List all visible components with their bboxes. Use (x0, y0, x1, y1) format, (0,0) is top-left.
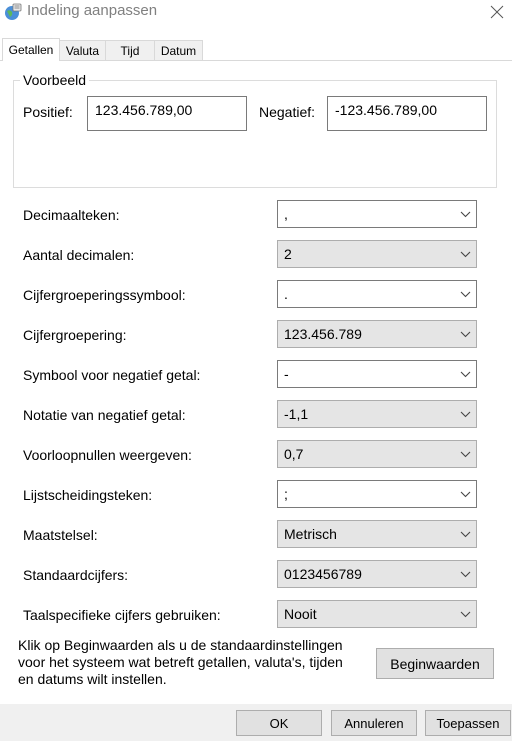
setting-combobox[interactable]: , (277, 200, 477, 228)
chevron-down-icon (460, 531, 471, 538)
positive-example-field: 123.456.789,00 (87, 96, 247, 131)
combobox-value: Metrisch (284, 526, 337, 542)
setting-combobox[interactable]: - (277, 360, 477, 388)
positive-label: Positief: (23, 104, 73, 120)
setting-combobox[interactable]: 123.456.789 (277, 320, 477, 348)
setting-combobox[interactable]: ; (277, 480, 477, 508)
combobox-value: 123.456.789 (284, 326, 362, 342)
chevron-down-icon (460, 491, 471, 498)
tab-tijd[interactable]: Tijd (105, 40, 155, 60)
tab-datum[interactable]: Datum (154, 40, 203, 60)
chevron-down-icon (460, 611, 471, 618)
setting-label: Cijfergroeperingssymbool: (23, 287, 186, 303)
setting-combobox[interactable]: . (277, 280, 477, 308)
chevron-down-icon (460, 411, 471, 418)
combobox-value: 0,7 (284, 446, 304, 462)
preview-legend: Voorbeeld (20, 72, 90, 88)
setting-combobox[interactable]: -1,1 (277, 400, 477, 428)
setting-label: Voorloopnullen weergeven: (23, 447, 192, 463)
ok-button[interactable]: OK (236, 710, 322, 736)
setting-combobox[interactable]: Metrisch (277, 520, 477, 548)
setting-combobox[interactable]: 2 (277, 240, 477, 268)
setting-combobox[interactable]: 0123456789 (277, 560, 477, 588)
cancel-button[interactable]: Annuleren (331, 710, 417, 736)
chevron-down-icon (460, 571, 471, 578)
title-bar: Indeling aanpassen (0, 0, 512, 26)
setting-label: Maatstelsel: (23, 527, 98, 543)
chevron-down-icon (460, 371, 471, 378)
info-line: en datums wilt instellen. (18, 671, 167, 687)
reset-button[interactable]: Beginwaarden (376, 648, 494, 679)
setting-combobox[interactable]: 0,7 (277, 440, 477, 468)
combobox-value: , (284, 206, 288, 222)
setting-label: Notatie van negatief getal: (23, 407, 186, 423)
apply-button[interactable]: Toepassen (425, 710, 511, 736)
tab-getallen[interactable]: Getallen (2, 38, 60, 61)
chevron-down-icon (460, 451, 471, 458)
setting-label: Symbool voor negatief getal: (23, 367, 201, 383)
info-line: Klik op Beginwaarden als u de standaardi… (18, 637, 343, 653)
close-button[interactable] (484, 1, 510, 23)
window-title: Indeling aanpassen (27, 2, 158, 19)
setting-label: Lijstscheidingsteken: (23, 487, 153, 503)
negative-label: Negatief: (259, 104, 316, 120)
chevron-down-icon (460, 291, 471, 298)
negative-example-field: -123.456.789,00 (327, 96, 487, 131)
combobox-value: Nooit (284, 606, 317, 622)
combobox-value: 2 (284, 246, 292, 262)
globe-icon (5, 3, 22, 20)
setting-label: Cijfergroepering: (23, 327, 127, 343)
setting-label: Aantal decimalen: (23, 247, 135, 263)
combobox-value: ; (284, 486, 288, 502)
setting-label: Standaardcijfers: (23, 567, 129, 583)
tab-strip: Getallen Valuta Tijd Datum (0, 38, 512, 61)
combobox-value: 0123456789 (284, 566, 362, 582)
setting-label: Taalspecifieke cijfers gebruiken: (23, 607, 221, 623)
setting-combobox[interactable]: Nooit (277, 600, 477, 628)
info-line: voor het systeem wat betreft getallen, v… (18, 654, 343, 670)
chevron-down-icon (460, 251, 471, 258)
combobox-value: . (284, 286, 288, 302)
combobox-value: - (284, 366, 289, 382)
chevron-down-icon (460, 211, 471, 218)
reset-info-text: Klik op Beginwaarden als u de standaardi… (18, 637, 368, 688)
combobox-value: -1,1 (284, 406, 309, 422)
setting-label: Decimaalteken: (23, 207, 120, 223)
tab-valuta[interactable]: Valuta (59, 40, 106, 60)
chevron-down-icon (460, 331, 471, 338)
close-icon (490, 5, 504, 19)
